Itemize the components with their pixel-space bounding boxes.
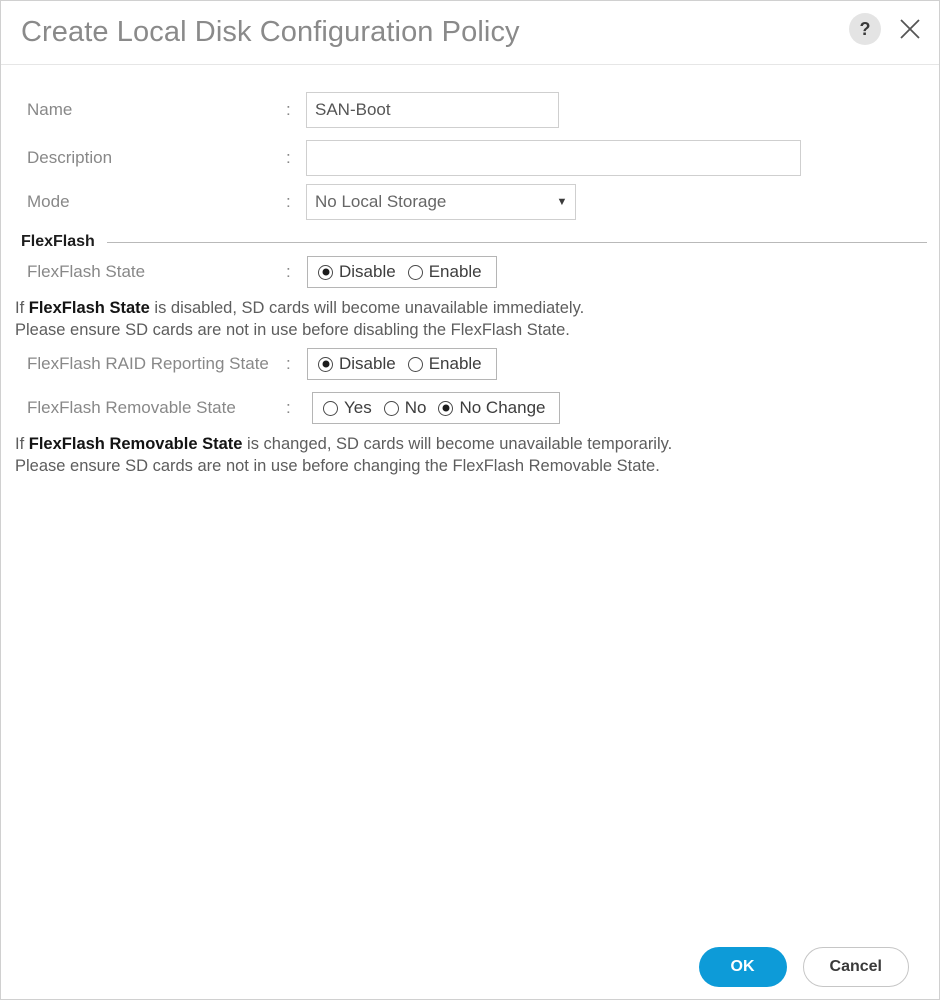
help-icon[interactable]: ? bbox=[849, 13, 881, 45]
section-divider bbox=[106, 241, 927, 243]
flexflash-removable-help-line2: Please ensure SD cards are not in use be… bbox=[15, 457, 660, 475]
cancel-button[interactable]: Cancel bbox=[802, 947, 909, 987]
flexflash-raid-reporting-label: FlexFlash RAID Reporting State bbox=[27, 354, 269, 373]
flexflash-state-option-disable[interactable]: Disable bbox=[318, 262, 400, 282]
flexflash-state-radio-group[interactable]: Disable Enable bbox=[307, 256, 497, 288]
dialog-body: Name : Description : Mode : No Local Sto… bbox=[1, 65, 939, 999]
flexflash-removable-radio-group[interactable]: Yes No No Change bbox=[312, 392, 561, 424]
help-suffix: is changed, SD cards will become unavail… bbox=[242, 435, 673, 453]
row-name: Name : bbox=[1, 92, 939, 128]
radio-option-label: Enable bbox=[428, 262, 482, 281]
description-input[interactable] bbox=[306, 140, 801, 176]
mode-select[interactable]: No Local Storage ▼ bbox=[306, 184, 576, 220]
flexflash-removable-option-no[interactable]: No bbox=[383, 398, 431, 418]
flexflash-removable-label: FlexFlash Removable State bbox=[27, 398, 236, 417]
flexflash-state-label: FlexFlash State bbox=[27, 262, 146, 281]
radio-icon bbox=[323, 400, 338, 416]
radio-option-label: No Change bbox=[459, 398, 546, 417]
flexflash-removable-separator: : bbox=[286, 398, 291, 417]
dialog-footer: OK Cancel bbox=[1, 935, 939, 999]
help-prefix: If bbox=[15, 435, 29, 453]
radio-icon bbox=[407, 356, 423, 372]
flexflash-state-option-enable[interactable]: Enable bbox=[407, 262, 486, 282]
radio-icon bbox=[318, 264, 333, 280]
name-label: Name bbox=[27, 100, 73, 119]
help-suffix: is disabled, SD cards will become unavai… bbox=[149, 299, 585, 317]
row-description: Description : bbox=[1, 140, 939, 176]
description-separator: : bbox=[286, 148, 291, 167]
chevron-down-icon: ▼ bbox=[556, 196, 568, 208]
flexflash-section-title: FlexFlash bbox=[21, 233, 95, 250]
radio-option-label: Enable bbox=[428, 354, 482, 373]
dialog-title: Create Local Disk Configuration Policy bbox=[21, 16, 520, 48]
radio-icon bbox=[407, 264, 423, 280]
help-bold: FlexFlash Removable State bbox=[28, 435, 243, 453]
flexflash-state-help-line2: Please ensure SD cards are not in use be… bbox=[15, 321, 570, 339]
close-icon[interactable] bbox=[895, 14, 925, 44]
titlebar-actions: ? bbox=[849, 13, 925, 45]
row-flexflash-raid-reporting-state: FlexFlash RAID Reporting State : Disable… bbox=[1, 348, 939, 380]
description-label: Description bbox=[27, 148, 113, 167]
flexflash-removable-option-yes[interactable]: Yes bbox=[323, 398, 376, 418]
name-input[interactable] bbox=[306, 92, 559, 128]
radio-icon bbox=[318, 356, 333, 372]
mode-label: Mode bbox=[27, 192, 70, 211]
radio-option-label: Yes bbox=[344, 398, 372, 417]
flexflash-removable-help-line1: If FlexFlash Removable State is changed,… bbox=[15, 433, 672, 455]
radio-option-label: Disable bbox=[339, 354, 396, 373]
row-flexflash-removable-state: FlexFlash Removable State : Yes No No Ch… bbox=[1, 392, 939, 424]
flexflash-state-separator: : bbox=[286, 262, 291, 281]
flexflash-raid-reporting-separator: : bbox=[286, 354, 291, 373]
flexflash-raid-reporting-option-enable[interactable]: Enable bbox=[407, 354, 486, 374]
flexflash-state-help-line1: If FlexFlash State is disabled, SD cards… bbox=[15, 297, 584, 319]
radio-icon bbox=[438, 400, 454, 416]
create-local-disk-configuration-policy-dialog: Create Local Disk Configuration Policy ?… bbox=[0, 0, 940, 1000]
row-flexflash-state: FlexFlash State : Disable Enable bbox=[1, 256, 939, 288]
name-separator: : bbox=[286, 100, 291, 119]
dialog-titlebar: Create Local Disk Configuration Policy ? bbox=[1, 1, 939, 65]
radio-option-label: Disable bbox=[339, 262, 396, 281]
flexflash-raid-reporting-radio-group[interactable]: Disable Enable bbox=[307, 348, 497, 380]
mode-separator: : bbox=[286, 192, 291, 211]
flexflash-section-header: FlexFlash bbox=[1, 232, 939, 252]
flexflash-raid-reporting-option-disable[interactable]: Disable bbox=[318, 354, 400, 374]
mode-select-value: No Local Storage bbox=[315, 192, 447, 211]
row-mode: Mode : No Local Storage ▼ bbox=[1, 184, 939, 220]
flexflash-removable-option-no-change[interactable]: No Change bbox=[438, 398, 549, 418]
help-prefix: If bbox=[15, 299, 29, 317]
ok-button[interactable]: OK bbox=[698, 947, 787, 987]
radio-icon bbox=[383, 400, 399, 416]
radio-option-label: No bbox=[404, 398, 427, 417]
help-bold: FlexFlash State bbox=[28, 299, 150, 317]
